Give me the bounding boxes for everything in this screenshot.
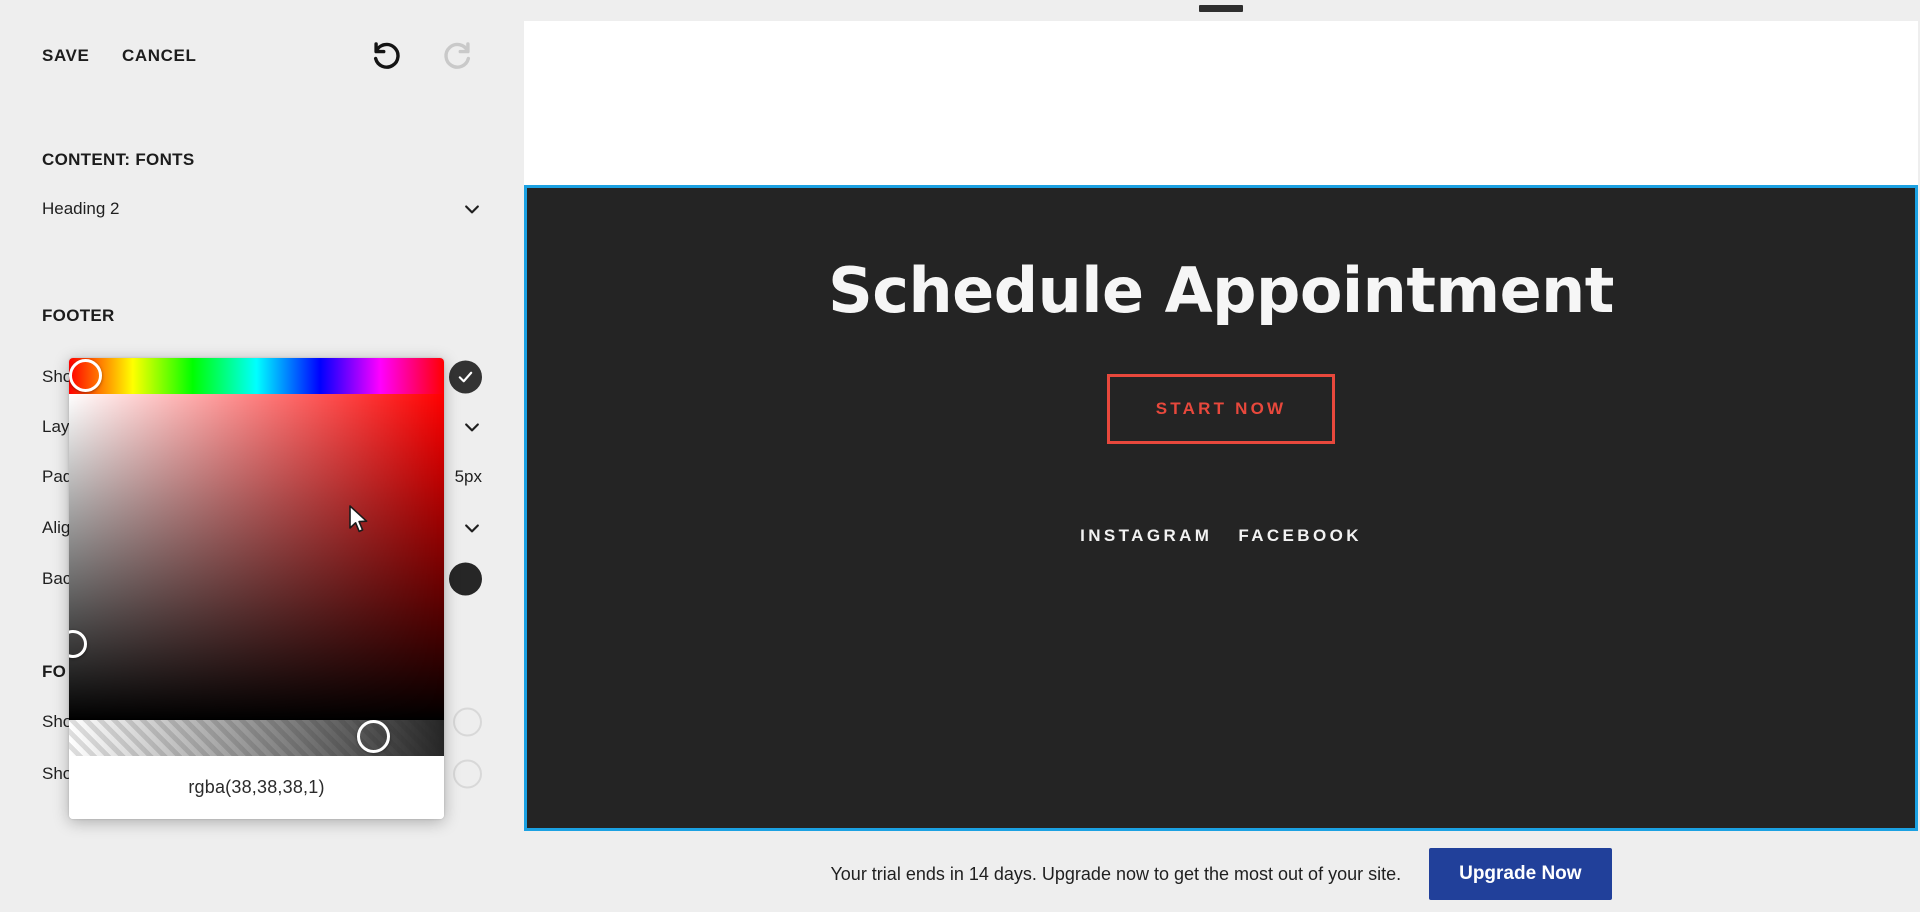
footer-row-padding-label: Pad	[42, 467, 73, 486]
font-select-label: Heading 2	[42, 199, 120, 218]
footer-row-layout-control[interactable]	[462, 417, 482, 437]
social-links-group: INSTAGRAM FACEBOOK	[1080, 526, 1362, 546]
preview-drag-handle[interactable]	[1199, 5, 1243, 12]
color-picker-popover[interactable]: rgba(38,38,38,1)	[69, 358, 444, 819]
alpha-slider-handle[interactable]	[357, 720, 390, 753]
chevron-down-icon	[465, 524, 479, 533]
footer-row-show-label: Sho	[42, 367, 73, 386]
saturation-handle[interactable]	[69, 630, 87, 658]
footer-row-layout-label: Lay	[42, 417, 70, 436]
show-footer-checkbox[interactable]	[449, 360, 482, 394]
font-select-control[interactable]	[462, 199, 482, 219]
editor-sidebar: SAVE CANCEL CONTENT: FONTS Heading 2 FOO…	[0, 0, 522, 912]
footer-heading[interactable]: Schedule Appointment	[828, 260, 1614, 322]
color-value-text[interactable]: rgba(38,38,38,1)	[188, 777, 324, 798]
site-footer-section[interactable]: Schedule Appointment START NOW INSTAGRAM…	[524, 185, 1918, 831]
save-button[interactable]: SAVE	[42, 46, 89, 66]
sidebar-toolbar: SAVE CANCEL	[0, 0, 522, 96]
preview-page-body	[524, 21, 1918, 185]
alpha-slider[interactable]	[69, 720, 444, 756]
footer-row-background-label: Bac	[42, 569, 72, 588]
upgrade-now-button[interactable]: Upgrade Now	[1429, 848, 1612, 900]
redo-icon[interactable]	[440, 38, 474, 72]
saturation-value-area[interactable]	[69, 394, 444, 720]
show-toggle-2[interactable]	[453, 759, 482, 789]
font-select-row[interactable]: Heading 2	[42, 192, 482, 226]
preview-frame: Schedule Appointment START NOW INSTAGRAM…	[524, 21, 1918, 831]
hue-slider[interactable]	[69, 358, 444, 394]
social-link-facebook[interactable]: FACEBOOK	[1238, 526, 1362, 546]
color-value-bar[interactable]: rgba(38,38,38,1)	[69, 756, 444, 819]
check-icon	[458, 371, 473, 383]
app-root: SAVE CANCEL CONTENT: FONTS Heading 2 FOO…	[0, 0, 1920, 912]
footer-row-align-control[interactable]	[462, 518, 482, 538]
trial-banner: Your trial ends in 14 days. Upgrade now …	[522, 836, 1920, 912]
undo-icon[interactable]	[370, 38, 404, 72]
trial-message: Your trial ends in 14 days. Upgrade now …	[830, 863, 1402, 884]
background-color-swatch[interactable]	[449, 562, 482, 596]
start-now-button[interactable]: START NOW	[1106, 374, 1336, 444]
hue-slider-handle[interactable]	[69, 359, 102, 392]
show-toggle-1[interactable]	[453, 707, 482, 737]
cancel-button[interactable]: CANCEL	[122, 46, 196, 66]
site-preview-pane: Schedule Appointment START NOW INSTAGRAM…	[522, 0, 1920, 912]
footer-row-padding-control[interactable]: 5px	[455, 467, 482, 487]
font-row-show-2-label: Sho	[42, 764, 73, 783]
footer-row-show-control[interactable]	[449, 360, 482, 394]
content-fonts-title: CONTENT: FONTS	[42, 150, 195, 169]
chevron-down-icon	[465, 205, 479, 214]
font-row-show-2-control[interactable]	[453, 759, 482, 789]
footer-row-background-control[interactable]	[449, 562, 482, 596]
social-link-instagram[interactable]: INSTAGRAM	[1080, 526, 1212, 546]
font-row-show-1-control[interactable]	[453, 707, 482, 737]
padding-value[interactable]: 5px	[455, 467, 482, 487]
chevron-down-icon	[465, 423, 479, 432]
footer-row-align-label: Alig	[42, 518, 71, 537]
font-section-title: FO	[42, 662, 67, 681]
footer-section-title: FOOTER	[42, 306, 115, 325]
font-row-show-1-label: Sho	[42, 712, 73, 731]
